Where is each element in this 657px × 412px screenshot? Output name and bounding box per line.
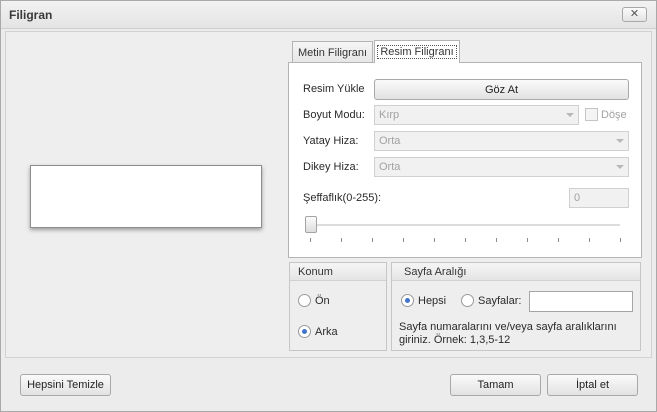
all-pages-radio[interactable] [401, 294, 414, 307]
tab-image-watermark[interactable]: Resim Filigranı [374, 40, 460, 63]
cancel-label: İptal et [575, 379, 610, 391]
slider-tick [465, 238, 466, 242]
close-icon: ✕ [629, 8, 640, 20]
slider-tick [434, 238, 435, 242]
transparency-slider-track [310, 224, 620, 226]
cancel-button[interactable]: İptal et [547, 374, 638, 396]
tile-label: Döşe [601, 109, 627, 121]
clear-all-label: Hepsini Temizle [27, 379, 104, 391]
size-mode-select[interactable]: Kırp [374, 105, 579, 125]
clear-all-button[interactable]: Hepsini Temizle [20, 374, 111, 396]
slider-tick [620, 238, 621, 242]
tab-label: Resim Filigranı [377, 45, 457, 59]
title-bar: Filigran ✕ [1, 1, 656, 29]
ok-button[interactable]: Tamam [450, 374, 541, 396]
position-back-label: Arka [315, 326, 338, 338]
page-numbers-label: Sayfalar: [478, 295, 522, 307]
chevron-down-icon [616, 139, 624, 143]
tile-checkbox[interactable] [585, 108, 598, 121]
chevron-down-icon [616, 165, 624, 169]
load-image-label: Resim Yükle [303, 83, 365, 95]
v-align-value: Orta [379, 161, 401, 173]
position-group-title: Konum [290, 263, 386, 281]
ok-label: Tamam [477, 379, 514, 391]
slider-tick [372, 238, 373, 242]
browse-button-label: Göz At [484, 83, 519, 96]
page-range-hint-line1: Sayfa numaralarını ve/veya sayfa aralıkl… [399, 321, 617, 333]
size-mode-label: Boyut Modu: [303, 109, 365, 121]
size-mode-value: Kırp [379, 109, 400, 121]
close-button[interactable]: ✕ [622, 7, 647, 22]
h-align-value: Orta [379, 135, 401, 147]
chevron-down-icon [566, 113, 574, 117]
page-numbers-input[interactable] [529, 291, 633, 312]
page-numbers-radio[interactable] [461, 294, 474, 307]
all-pages-label: Hepsi [418, 295, 447, 307]
transparency-value: 0 [574, 192, 581, 204]
slider-tick [496, 238, 497, 242]
position-front-label: Ön [315, 295, 330, 307]
watermark-preview [30, 165, 262, 228]
slider-tick [589, 238, 590, 242]
h-align-label: Yatay Hiza: [303, 135, 359, 147]
slider-tick [310, 238, 311, 242]
h-align-select[interactable]: Orta [374, 131, 629, 151]
transparency-label: Şeffaflık(0-255): [303, 192, 382, 204]
page-range-hint-line2: giriniz. Örnek: 1,3,5-12 [399, 334, 511, 346]
slider-tick [341, 238, 342, 242]
tab-text-watermark[interactable]: Metin Filigranı [292, 41, 373, 63]
position-front-radio[interactable] [298, 294, 311, 307]
v-align-select[interactable]: Orta [374, 157, 629, 177]
window-title: Filigran [9, 8, 53, 22]
transparency-slider-thumb[interactable] [305, 216, 317, 233]
browse-button[interactable]: Göz At [374, 79, 629, 100]
watermark-dialog: Filigran ✕ Metin Filigranı Resim Filigra… [0, 0, 657, 412]
v-align-label: Dikey Hiza: [303, 161, 359, 173]
slider-tick [558, 238, 559, 242]
transparency-input[interactable]: 0 [569, 188, 629, 208]
slider-tick [527, 238, 528, 242]
tab-label: Metin Filigranı [297, 46, 368, 59]
slider-tick [403, 238, 404, 242]
position-back-radio[interactable] [298, 325, 311, 338]
page-range-group-title: Sayfa Aralığı [392, 263, 640, 281]
